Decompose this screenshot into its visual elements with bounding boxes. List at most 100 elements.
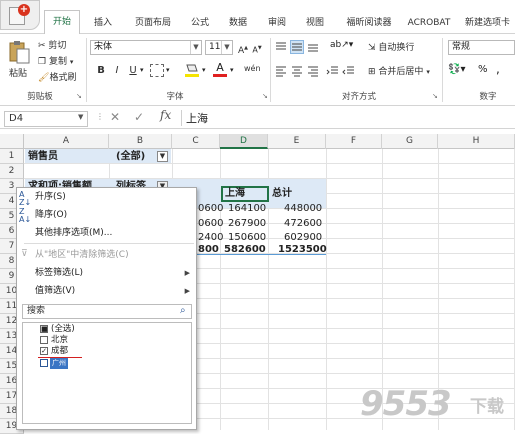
tab-view[interactable]: 视图 [298, 12, 332, 34]
underline-dropdown-icon[interactable]: ▾ [140, 66, 144, 74]
value-filter-item[interactable]: 值筛选(V) ▶ [17, 282, 196, 300]
insert-function-icon[interactable]: fx [160, 108, 171, 122]
tab-page-layout[interactable]: 页面布局 [128, 12, 178, 34]
font-name-combo[interactable]: 宋体 ▼ [90, 40, 202, 55]
tab-insert[interactable]: 插入 [86, 12, 120, 34]
comma-button[interactable]: , [496, 62, 500, 76]
sort-descending-item[interactable]: 降序(O) [17, 206, 196, 224]
tab-formulas[interactable]: 公式 [184, 12, 216, 34]
italic-button[interactable]: I [110, 64, 124, 78]
name-box[interactable]: D4 [4, 111, 88, 127]
copy-button[interactable]: ❐ 复制 ▾ [38, 54, 73, 67]
enter-icon[interactable]: ✓ [134, 110, 144, 124]
format-painter-label: 格式刷 [49, 73, 77, 83]
align-center-icon[interactable] [290, 64, 304, 78]
cell-c4[interactable]: 0600 [198, 201, 223, 216]
list-item-beijing[interactable]: 北京 [51, 335, 68, 346]
font-launcher-icon[interactable]: ↘ [262, 92, 268, 100]
phonetic-icon[interactable]: wén [244, 64, 261, 73]
tab-data[interactable]: 数据 [222, 12, 254, 34]
column-header-b[interactable]: B [109, 134, 172, 149]
formula-input[interactable]: 上海 [186, 110, 208, 126]
cell-e3[interactable]: 总计 [272, 186, 292, 201]
cell-e5[interactable]: 472600 [284, 216, 322, 231]
cell-e4[interactable]: 448000 [284, 201, 322, 216]
column-header-h[interactable]: H [438, 134, 515, 149]
clear-filter-item[interactable]: 从"地区"中清除筛选(C) [17, 246, 196, 264]
cell-d3[interactable]: 上海 [225, 186, 245, 201]
fill-color-icon[interactable] [184, 62, 200, 78]
merge-center-button[interactable]: ⊞ 合并后居中 ▾ [368, 64, 430, 77]
bold-button[interactable]: B [94, 64, 108, 78]
name-box-dropdown-icon[interactable]: ▼ [78, 113, 83, 121]
border-icon[interactable] [150, 64, 164, 77]
watermark-download: 下载 [470, 397, 504, 417]
tab-review[interactable]: 审阅 [260, 12, 294, 34]
font-size-combo[interactable]: 11 ▼ [205, 40, 233, 55]
tab-home[interactable]: 开始 [44, 10, 80, 35]
list-item-chengdu[interactable]: 成都 [51, 346, 68, 357]
list-item-select-all[interactable]: (全选) [51, 324, 75, 335]
tab-foxit-reader[interactable]: 福昕阅读器 [338, 12, 400, 34]
column-header-e[interactable]: E [268, 134, 326, 149]
app-icon[interactable]: + [0, 0, 40, 30]
cell-d5[interactable]: 267900 [228, 216, 266, 231]
cancel-icon[interactable]: ✕ [110, 110, 120, 124]
list-item-guangzhou[interactable]: 广州 [50, 358, 68, 369]
checkbox-beijing[interactable] [40, 336, 48, 344]
accounting-format-icon[interactable]: 💱▾ [448, 64, 465, 75]
more-sort-options-item[interactable]: 其他排序选项(M)... [17, 224, 196, 242]
clipboard-launcher-icon[interactable]: ↘ [76, 92, 82, 100]
align-left-icon[interactable] [274, 64, 288, 78]
sort-ascending-item[interactable]: 升序(S) [17, 188, 196, 206]
cell-a1[interactable]: 销售员 [28, 149, 58, 164]
select-all-checkbox[interactable]: ■ [40, 325, 48, 333]
font-color-icon[interactable]: A [212, 62, 228, 78]
cell-c5[interactable]: 0600 [198, 216, 223, 231]
filter-dropdown-button[interactable]: ▼ [157, 151, 168, 162]
align-top-icon[interactable] [274, 40, 288, 54]
alignment-launcher-icon[interactable]: ↘ [432, 92, 438, 100]
border-dropdown-icon[interactable]: ▾ [166, 66, 170, 74]
cell-d7[interactable]: 582600 [224, 242, 266, 257]
decrease-indent-icon[interactable] [326, 64, 340, 78]
align-middle-icon[interactable] [290, 40, 304, 54]
align-bottom-icon[interactable] [306, 40, 320, 54]
tab-new[interactable]: 新建选项卡 [460, 12, 515, 34]
column-header-g[interactable]: G [382, 134, 438, 149]
wrap-text-button[interactable]: ⇲ 自动换行 [368, 40, 414, 53]
copy-label: 复制 [48, 57, 67, 67]
select-all-corner[interactable] [0, 134, 24, 149]
cell-d4[interactable]: 164100 [228, 201, 266, 216]
search-input[interactable]: 搜索 [22, 304, 192, 319]
row-header[interactable]: 2 [0, 164, 24, 179]
grow-font-icon[interactable]: A▲ [236, 41, 250, 56]
shrink-font-icon[interactable]: A▼ [250, 41, 264, 55]
paste-icon[interactable] [8, 40, 30, 64]
align-right-icon[interactable] [306, 64, 320, 78]
paste-button[interactable]: 粘贴 [9, 66, 27, 79]
merge-icon: ⊞ [368, 67, 376, 77]
fill-dropdown-icon[interactable]: ▾ [202, 66, 206, 74]
cell-e7[interactable]: 1523500 [278, 242, 327, 257]
cell-b1[interactable]: (全部) [116, 149, 145, 164]
increase-indent-icon[interactable] [342, 64, 356, 78]
tab-acrobat[interactable]: ACROBAT [404, 12, 454, 34]
row-header[interactable]: 1 [0, 149, 24, 164]
checkbox-guangzhou[interactable] [40, 359, 48, 367]
font-color-dropdown-icon[interactable]: ▾ [230, 66, 234, 74]
cell-c7[interactable]: 800 [198, 242, 219, 257]
column-header-f[interactable]: F [326, 134, 382, 149]
format-painter-button[interactable]: 🖌格式刷 [38, 70, 76, 83]
cut-button[interactable]: ✂ 剪切 [38, 38, 66, 51]
underline-button[interactable]: U [126, 64, 140, 78]
column-header-c[interactable]: C [172, 134, 220, 149]
column-header-a[interactable]: A [24, 134, 109, 149]
font-size-value: 11 [209, 42, 221, 52]
checkbox-chengdu[interactable]: ✓ [40, 347, 48, 355]
number-format-combo[interactable]: 常规 [448, 40, 515, 55]
percent-button[interactable]: % [478, 64, 488, 75]
label-filter-item[interactable]: 标签筛选(L) ▶ [17, 264, 196, 282]
column-header-d[interactable]: D [220, 134, 268, 149]
orientation-icon[interactable]: ab↗▾ [330, 40, 353, 50]
